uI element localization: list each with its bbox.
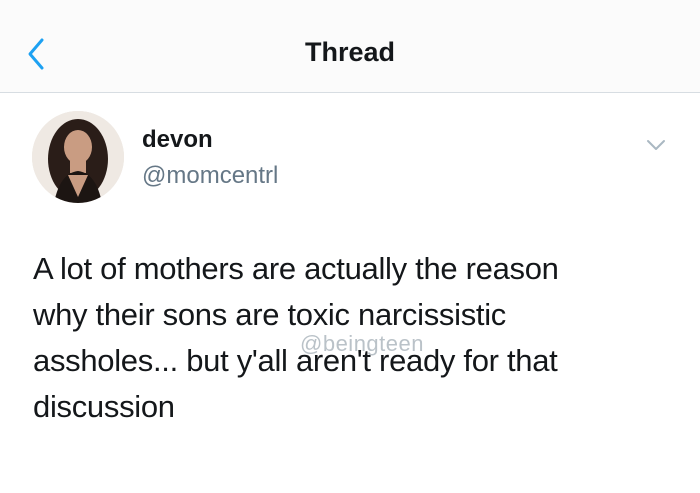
watermark: @beingteen: [300, 331, 424, 356]
top-bar: Thread: [0, 0, 700, 93]
page-title: Thread: [304, 37, 396, 67]
tweet-text-line: discussion: [33, 389, 175, 424]
chevron-down-icon[interactable]: [644, 137, 668, 153]
user-handle[interactable]: @momcentrl: [142, 162, 278, 190]
avatar[interactable]: [32, 111, 124, 203]
avatar-image: [32, 111, 124, 203]
tweet-text-line: A lot of mothers are actually the reason: [33, 251, 559, 286]
tweet[interactable]: devon @momcentrl A lot of mothers are ac…: [0, 93, 700, 493]
display-name[interactable]: devon: [142, 126, 213, 154]
